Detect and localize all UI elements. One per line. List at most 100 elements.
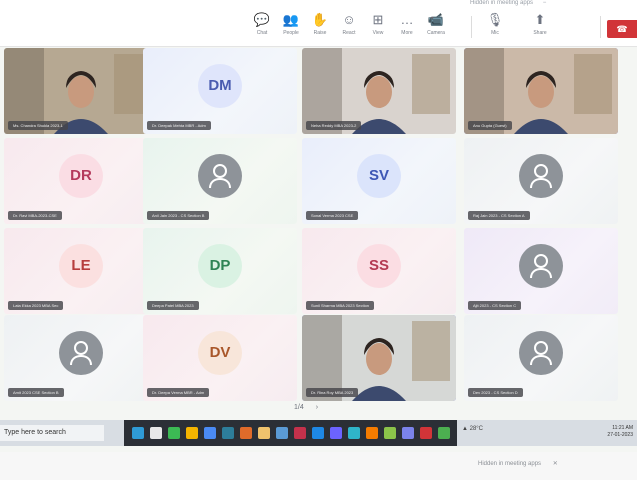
taskbar-app-icon[interactable] (402, 427, 414, 439)
taskbar-app-icon[interactable] (150, 427, 162, 439)
participant-name: Dr. Deepa Verma MBR - Adm (147, 388, 210, 397)
avatar-initials: SS (357, 244, 401, 288)
camera-button[interactable]: 📹 Camera (421, 12, 451, 42)
taskbar-app-icon[interactable] (186, 427, 198, 439)
meeting-toolbar: Hidden in meeting apps − 💬 Chat 👥 People ✋ Ra… (0, 0, 637, 47)
taskbar-app-icon[interactable] (258, 427, 270, 439)
taskbar-app-icon[interactable] (204, 427, 216, 439)
participant-tile[interactable]: SS Sunil Sharma MBA 2023 Section (302, 228, 456, 314)
participant-name: Dr. Deepak Mehta MBR - Adm (147, 121, 211, 130)
top-hint-text: Hidden in meeting apps (470, 0, 534, 6)
taskbar-app-strip (124, 420, 457, 446)
next-page-icon[interactable]: › (316, 404, 318, 411)
taskbar-app-icon[interactable] (420, 427, 432, 439)
taskbar-app-icon[interactable] (312, 427, 324, 439)
participant-name-text: Dev 2023 - CS Section D (473, 390, 518, 395)
raise-button[interactable]: ✋ Raise (305, 12, 335, 42)
mic-icon: 🎙 (486, 12, 504, 27)
view-label: View (372, 30, 384, 36)
taskbar-app-icon[interactable] (348, 427, 360, 439)
participant-name: Anu Gupta (Guest) (468, 121, 512, 130)
person-icon (519, 331, 563, 375)
chat-icon: 💬 (253, 12, 271, 27)
person-icon (519, 244, 563, 288)
people-button[interactable]: 👥 People (276, 12, 306, 42)
phone-icon: ☎ (616, 24, 628, 34)
participant-name-text: Dr. Ravi MBA-2023-CSE (13, 213, 57, 218)
taskbar-app-icon[interactable] (132, 427, 144, 439)
top-hint: Hidden in meeting apps − (470, 0, 554, 6)
more-button[interactable]: … More (392, 12, 422, 42)
grid-icon: ⊞ (372, 12, 384, 27)
participant-tile[interactable]: LE Lata Ekka 2023 MBA Sec (4, 228, 158, 314)
view-button[interactable]: ⊞ View (363, 12, 393, 42)
share-icon: ⬆ (534, 12, 546, 27)
participant-name: Amit 2023 CSE Section B (8, 388, 64, 397)
raise-label: Raise (313, 30, 327, 36)
participant-tile[interactable]: Raj Jain 2023 - CS Section A (464, 138, 618, 224)
hand-icon: ✋ (311, 12, 329, 27)
participant-name: Lata Ekka 2023 MBA Sec (8, 301, 64, 310)
participant-tile[interactable]: Neha Reddy MBA 2023-2 (302, 48, 456, 134)
participant-name: Sonal Verma 2023 CSE (306, 211, 359, 220)
participant-name: Dr. Ravi MBA-2023-CSE (8, 211, 62, 220)
participant-name-text: Deepa Patel MBA 2023 (152, 303, 194, 308)
react-label: React (342, 30, 356, 36)
taskbar-app-icon[interactable] (330, 427, 342, 439)
participant-tile[interactable]: Dev 2023 - CS Section D (464, 315, 618, 401)
react-button[interactable]: ☺ React (334, 12, 364, 42)
avatar-initials: LE (59, 244, 103, 288)
participant-name: Dev 2023 - CS Section D (468, 388, 523, 397)
leave-button[interactable]: ☎ (607, 20, 637, 38)
avatar-initials: SV (357, 154, 401, 198)
people-label: People (283, 30, 299, 36)
taskbar-app-icon[interactable] (168, 427, 180, 439)
participant-name-text: Raj Jain 2023 - CS Section A (473, 213, 525, 218)
participant-tile[interactable]: DM Dr. Deepak Mehta MBR - Adm (143, 48, 297, 134)
participant-name: Raj Jain 2023 - CS Section A (468, 211, 530, 220)
participant-tile[interactable]: Anil Jain 2023 - CS Section B (143, 138, 297, 224)
participant-name-text: Neha Reddy MBA 2023-2 (311, 123, 357, 128)
participant-tile[interactable]: Dr. Rina Roy MBA 2023 (302, 315, 456, 401)
share-button[interactable]: ⬆ Share (525, 12, 555, 42)
participant-name-text: Anu Gupta (Guest) (473, 123, 507, 128)
taskbar-app-icon[interactable] (438, 427, 450, 439)
taskbar-app-icon[interactable] (240, 427, 252, 439)
participant-name-text: Amit 2023 CSE Section B (13, 390, 59, 395)
participant-name-text: Dr. Deepa Verma MBR - Adm (152, 390, 205, 395)
participant-name-text: Ajit 2023 - CS Section C (473, 303, 517, 308)
system-tray[interactable]: ▲ 28°C (462, 426, 483, 432)
participant-name-text: Lata Ekka 2023 MBA Sec (13, 303, 59, 308)
close-icon[interactable]: ✕ (553, 461, 558, 467)
taskbar-app-icon[interactable] (366, 427, 378, 439)
taskbar-app-icon[interactable] (294, 427, 306, 439)
participant-tile[interactable]: Ms. Chandra Shukla 2023-1 (4, 48, 158, 134)
participant-name: Anil Jain 2023 - CS Section B (147, 211, 210, 220)
bottom-hint: Hidden in meeting apps ✕ (478, 460, 558, 467)
participant-tile[interactable]: Amit 2023 CSE Section B (4, 315, 158, 401)
taskbar-app-icon[interactable] (384, 427, 396, 439)
participant-tile[interactable]: DR Dr. Ravi MBA-2023-CSE (4, 138, 158, 224)
toolbar-divider (600, 16, 601, 38)
participant-name-text: Ms. Chandra Shukla 2023-1 (13, 123, 63, 128)
share-label: Share (533, 30, 547, 36)
participant-name: Deepa Patel MBA 2023 (147, 301, 199, 310)
clock-date: 27-01-2023 (607, 432, 633, 438)
participant-name-text: Sonal Verma 2023 CSE (311, 213, 354, 218)
participant-tile[interactable]: DP Deepa Patel MBA 2023 (143, 228, 297, 314)
taskbar-app-icon[interactable] (222, 427, 234, 439)
bottom-bar: Hidden in meeting apps ✕ (0, 452, 637, 480)
participant-name: Ajit 2023 - CS Section C (468, 301, 522, 310)
minimize-icon[interactable]: − (543, 0, 547, 6)
participant-tile[interactable]: Anu Gupta (Guest) (464, 48, 618, 134)
taskbar-app-icon[interactable] (276, 427, 288, 439)
participant-name-text: Dr. Rina Roy MBA 2023 (311, 390, 354, 395)
chat-button[interactable]: 💬 Chat (247, 12, 277, 42)
participant-tile[interactable]: Ajit 2023 - CS Section C (464, 228, 618, 314)
taskbar-clock[interactable]: 11:21 AM 27-01-2023 (607, 425, 633, 439)
mic-button[interactable]: 🎙 Mic (480, 12, 510, 42)
taskbar-search[interactable]: Type here to search (0, 425, 104, 441)
people-icon: 👥 (282, 12, 300, 27)
participant-tile[interactable]: SV Sonal Verma 2023 CSE (302, 138, 456, 224)
participant-tile[interactable]: DV Dr. Deepa Verma MBR - Adm (143, 315, 297, 401)
